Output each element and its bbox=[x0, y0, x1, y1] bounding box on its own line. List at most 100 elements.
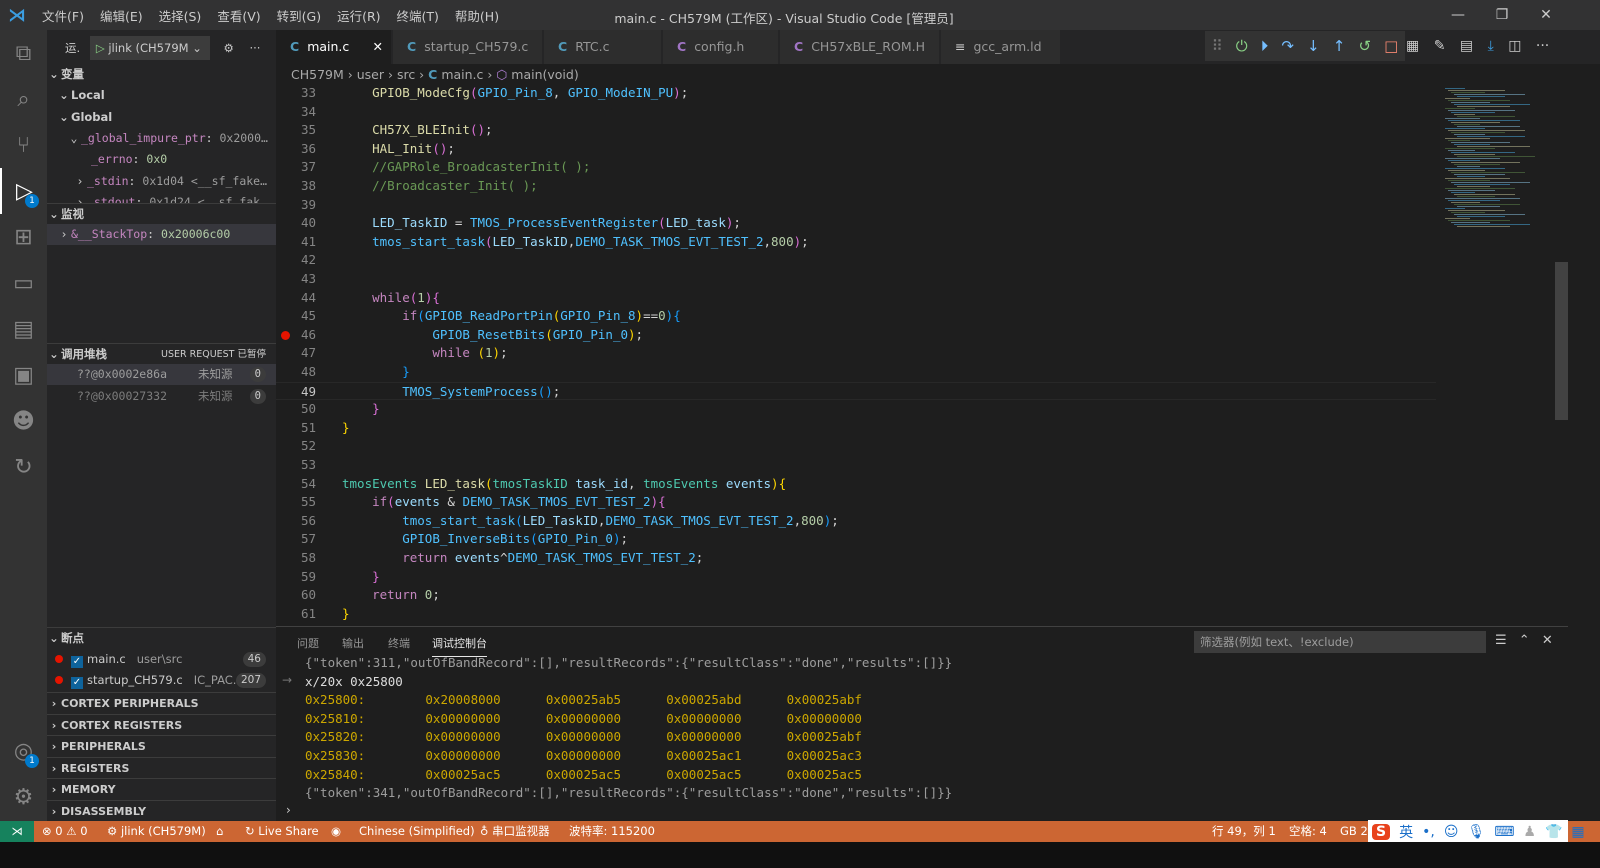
line-number[interactable]: 45 bbox=[276, 307, 316, 326]
split-editor-icon[interactable]: ◫ bbox=[1508, 38, 1521, 54]
section-registers[interactable]: › REGISTERS bbox=[47, 756, 276, 778]
remote-indicator[interactable]: ⋊ bbox=[0, 821, 34, 842]
code-line[interactable]: 58 return events^DEMO_TASK_TMOS_EVT_TEST… bbox=[276, 549, 1436, 568]
live-share-icon[interactable]: ↻ bbox=[0, 444, 47, 490]
callstack-header[interactable]: ⌄ 调用堆栈 USER REQUEST 已暂停 bbox=[47, 343, 276, 364]
line-number[interactable]: 59 bbox=[276, 568, 316, 587]
restore-button[interactable]: ❐ bbox=[1480, 0, 1524, 30]
launch-config-select[interactable]: ▷ jlink (CH579M ⌄ bbox=[89, 36, 210, 60]
line-number[interactable]: 47 bbox=[276, 344, 316, 363]
code-line[interactable]: 46 GPIOB_ResetBits(GPIO_Pin_0); bbox=[276, 326, 1436, 345]
breakpoint-checkbox[interactable]: ✓ bbox=[71, 656, 83, 668]
menu-run[interactable]: 运行(R) bbox=[329, 6, 388, 25]
settings-gear-icon[interactable]: ⚙ bbox=[0, 774, 47, 820]
code-line[interactable]: 54 tmosEvents LED_task(tmosTaskID task_id… bbox=[276, 475, 1436, 494]
skin-icon[interactable]: 👕 bbox=[1545, 824, 1562, 840]
continue-icon[interactable]: ⏵ bbox=[1261, 37, 1269, 55]
live-share-status[interactable]: ↻ Live Share bbox=[245, 821, 319, 842]
section-disassembly[interactable]: › DISASSEMBLY bbox=[47, 799, 276, 821]
line-number[interactable]: 52 bbox=[276, 437, 316, 456]
console-filter-input[interactable]: 筛选器(例如 text、!exclude) bbox=[1194, 631, 1486, 653]
line-number[interactable]: 34 bbox=[276, 103, 316, 122]
serial-monitor-status[interactable]: ♁ 串口监视器 bbox=[480, 821, 550, 842]
line-number[interactable]: 44 bbox=[276, 289, 316, 308]
code-line[interactable]: 39 bbox=[276, 196, 1436, 215]
cursor-position[interactable]: 行 49，列 1 bbox=[1212, 821, 1276, 842]
line-number[interactable]: 39 bbox=[276, 196, 316, 215]
breadcrumb-item[interactable]: main(void) bbox=[511, 67, 578, 82]
line-number[interactable]: 42 bbox=[276, 251, 316, 270]
keyboard-icon[interactable]: ⌨ bbox=[1494, 824, 1514, 840]
peripheral-icon[interactable]: ▦ bbox=[1406, 38, 1419, 54]
line-number[interactable]: 50 bbox=[276, 400, 316, 419]
line-number[interactable]: 51 bbox=[276, 419, 316, 438]
drag-handle-icon[interactable]: ⠿ bbox=[1212, 37, 1223, 55]
menu-help[interactable]: 帮助(H) bbox=[447, 6, 507, 25]
code-line[interactable]: 42 bbox=[276, 251, 1436, 270]
close-window-button[interactable]: ✕ bbox=[1524, 0, 1568, 30]
line-number[interactable]: 38 bbox=[276, 177, 316, 196]
config-gear-icon[interactable]: ⚙ bbox=[223, 41, 233, 55]
tab-rtc[interactable]: C RTC.c bbox=[544, 30, 662, 64]
line-number[interactable]: 35 bbox=[276, 121, 316, 140]
section-peripherals[interactable]: › PERIPHERALS bbox=[47, 735, 276, 756]
line-number[interactable]: 43 bbox=[276, 270, 316, 289]
code-line[interactable]: 50 } bbox=[276, 400, 1436, 419]
menu-go[interactable]: 转到(G) bbox=[269, 6, 329, 25]
line-number[interactable]: 36 bbox=[276, 140, 316, 159]
code-line[interactable]: 51} bbox=[276, 419, 1436, 438]
code-line[interactable]: 48 } bbox=[276, 363, 1436, 382]
code-line[interactable]: 49 TMOS_SystemProcess(); bbox=[276, 381, 1436, 402]
clean-icon[interactable]: ✎ bbox=[1434, 38, 1446, 54]
line-number[interactable]: 56 bbox=[276, 512, 316, 531]
indentation-status[interactable]: 空格: 4 bbox=[1289, 821, 1327, 842]
file-icon[interactable]: ▤ bbox=[1460, 38, 1473, 54]
breadcrumb-item[interactable]: src bbox=[397, 67, 415, 82]
code-line[interactable]: 45 if(GPIOB_ReadPortPin(GPIO_Pin_8)==0){ bbox=[276, 307, 1436, 326]
stop-icon[interactable]: □ bbox=[1384, 37, 1398, 55]
chip-icon[interactable]: ▣ bbox=[0, 352, 47, 398]
code-line[interactable]: 52 bbox=[276, 437, 1436, 456]
line-number[interactable]: 55 bbox=[276, 493, 316, 512]
code-line[interactable]: 34 bbox=[276, 103, 1436, 122]
section-cortex-peripherals[interactable]: › CORTEX PERIPHERALS bbox=[47, 692, 276, 713]
variable-row[interactable]: ⌄ _global_impure_ptr: 0x2000… bbox=[47, 128, 276, 149]
code-line[interactable]: 53 bbox=[276, 456, 1436, 475]
accounts-icon[interactable]: ◎ 1 bbox=[0, 728, 47, 774]
stack-frame[interactable]: ??@0x00027332 未知源 0 bbox=[47, 386, 276, 407]
variable-row[interactable]: _errno: 0x0 bbox=[47, 149, 276, 170]
breadcrumb-item[interactable]: CH579M bbox=[291, 67, 344, 82]
step-out-icon[interactable]: ↑ bbox=[1333, 37, 1346, 55]
maximize-panel-icon[interactable]: ⌃ bbox=[1519, 633, 1530, 648]
variables-header[interactable]: ⌄ 变量 bbox=[47, 64, 276, 85]
line-number[interactable]: 49 bbox=[276, 383, 316, 402]
ime-punctuation[interactable]: •, bbox=[1422, 824, 1435, 840]
search-icon[interactable]: ⌕ bbox=[0, 76, 47, 122]
run-debug-icon[interactable]: ▷ 1 bbox=[0, 168, 47, 214]
code-line[interactable]: 60 return 0; bbox=[276, 586, 1436, 605]
code-line[interactable]: 35 CH57X_BLEInit(); bbox=[276, 121, 1436, 140]
variable-row[interactable]: › _stdout: 0x1d24 <__sf_fak… bbox=[47, 192, 276, 203]
more-actions-icon[interactable]: ··· bbox=[249, 41, 260, 55]
code-line[interactable]: 57 GPIOB_InverseBits(GPIO_Pin_0); bbox=[276, 530, 1436, 549]
problems-indicator[interactable]: ⊗ 0 ⚠ 0 bbox=[42, 821, 88, 842]
line-number[interactable]: 60 bbox=[276, 586, 316, 605]
line-number[interactable]: 33 bbox=[276, 84, 316, 103]
minimize-button[interactable]: — bbox=[1436, 0, 1480, 30]
bug-face-icon[interactable]: ☻ bbox=[0, 398, 47, 444]
menu-terminal[interactable]: 终端(T) bbox=[389, 6, 447, 25]
code-editor[interactable]: 33 GPIOB_ModeCfg(GPIO_Pin_8, GPIO_ModeIN… bbox=[276, 84, 1436, 624]
disconnect-power-icon[interactable]: ⏻ bbox=[1236, 37, 1248, 55]
remote-explorer-icon[interactable]: ▭ bbox=[0, 260, 47, 306]
line-number[interactable]: 53 bbox=[276, 456, 316, 475]
breakpoint-icon[interactable] bbox=[281, 330, 290, 340]
tab-config[interactable]: Cconfig.h bbox=[663, 30, 779, 64]
minimap[interactable] bbox=[1440, 84, 1555, 624]
watch-header[interactable]: ⌄ 监视 bbox=[47, 203, 276, 224]
line-number[interactable]: 54 bbox=[276, 475, 316, 494]
code-line[interactable]: 40 LED_TaskID = TMOS_ProcessEventRegiste… bbox=[276, 214, 1436, 233]
broadcast-icon[interactable]: ◉ bbox=[331, 821, 341, 842]
code-line[interactable]: 33 GPIOB_ModeCfg(GPIO_Pin_8, GPIO_ModeIN… bbox=[276, 84, 1436, 103]
code-line[interactable]: 38 //Broadcaster_Init( ); bbox=[276, 177, 1436, 196]
section-cortex-registers[interactable]: › CORTEX REGISTERS bbox=[47, 713, 276, 735]
